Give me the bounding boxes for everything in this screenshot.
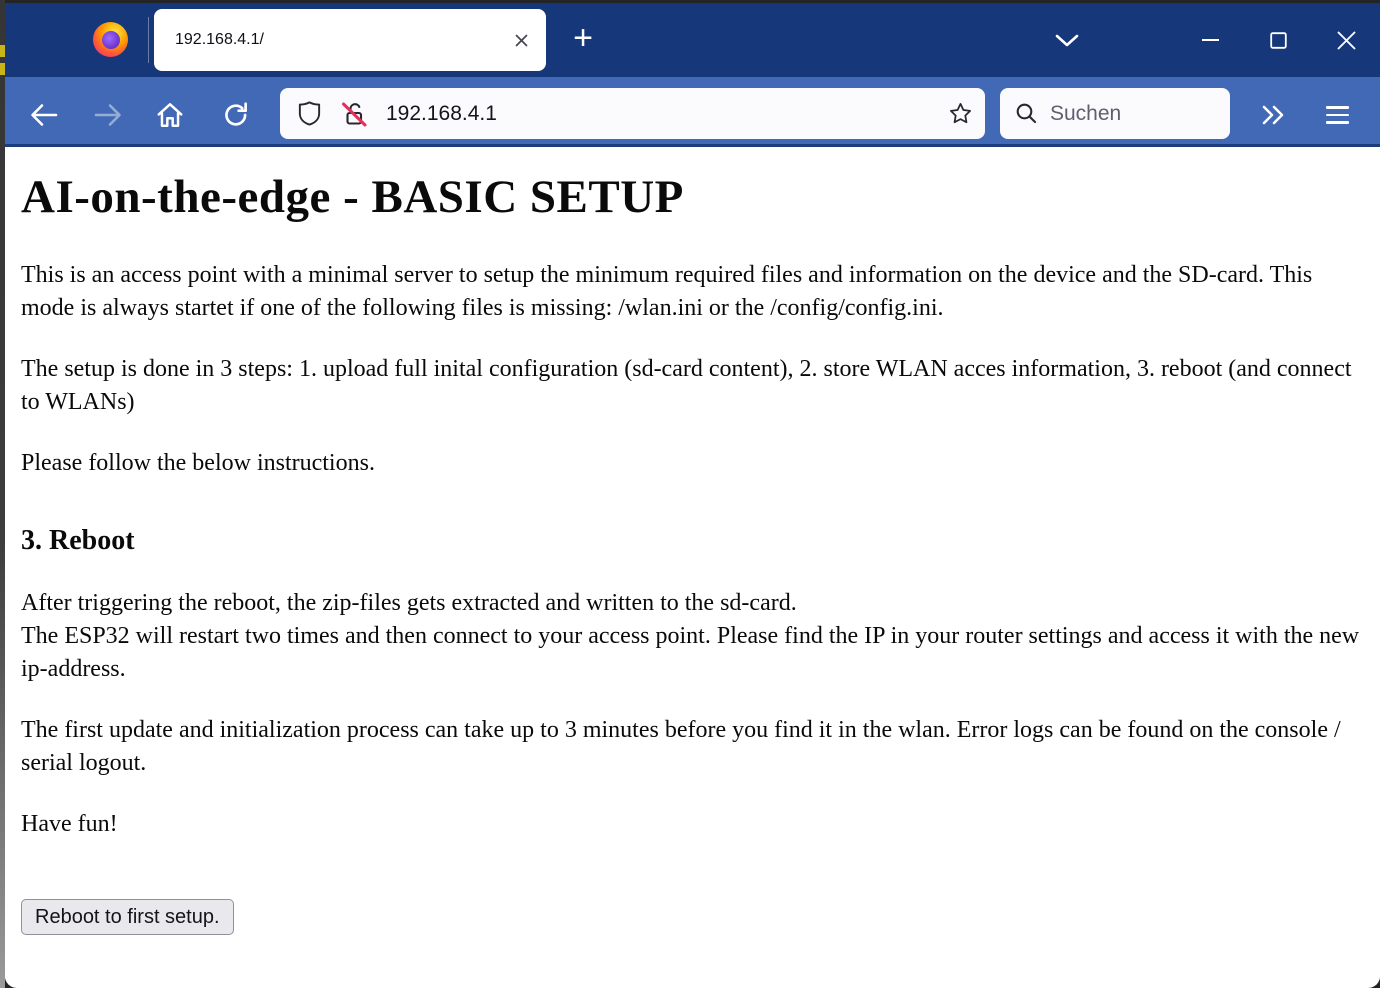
browser-window: 192.168.4.1/ + [5,0,1380,988]
hamburger-icon [1326,121,1349,124]
window-controls [1176,3,1380,77]
tracking-shield-icon[interactable] [296,100,323,127]
tab-close-button[interactable] [506,25,536,55]
minimize-button[interactable] [1176,3,1244,77]
chevron-down-icon [1054,33,1080,48]
tab-list-dropdown-button[interactable] [1045,18,1089,62]
intro-paragraph-2: The setup is done in 3 steps: 1. upload … [21,353,1364,419]
maximize-icon [1270,32,1287,49]
have-fun-text: Have fun! [21,808,1364,841]
maximize-button[interactable] [1244,3,1312,77]
reboot-description-line-1: After triggering the reboot, the zip-fil… [21,590,797,616]
forward-arrow-icon [93,102,123,128]
tab-bar: 192.168.4.1/ + [5,3,1380,77]
url-bar[interactable] [280,88,985,139]
close-icon [513,32,530,49]
tab-separator [148,17,149,63]
new-tab-button[interactable]: + [563,20,603,60]
close-window-button[interactable] [1312,3,1380,77]
section-heading-reboot: 3. Reboot [21,524,1364,557]
timing-note: The first update and initialization proc… [21,714,1364,780]
search-input[interactable] [1048,101,1218,127]
double-chevron-right-icon [1260,104,1287,126]
intro-paragraph-1: This is an access point with a minimal s… [21,259,1364,325]
reload-icon [221,100,251,130]
bookmark-star-icon[interactable] [948,101,973,126]
navigation-toolbar [5,77,1380,147]
active-tab[interactable]: 192.168.4.1/ [154,9,546,71]
close-icon [1336,30,1357,51]
reboot-button[interactable]: Reboot to first setup. [21,899,234,935]
home-button[interactable] [148,93,192,137]
minimize-icon [1201,38,1220,42]
insecure-lock-icon[interactable] [340,100,368,128]
page-content: AI-on-the-edge - BASIC SETUP This is an … [5,147,1380,985]
search-box[interactable] [1000,88,1230,139]
back-arrow-icon [29,102,59,128]
app-menu-button[interactable] [1315,93,1359,137]
reboot-description: After triggering the reboot, the zip-fil… [21,587,1364,686]
back-button[interactable] [22,93,66,137]
plus-icon: + [573,21,593,55]
hamburger-icon [1326,106,1349,109]
intro-paragraph-3: Please follow the below instructions. [21,447,1364,480]
hamburger-icon [1326,114,1349,117]
search-icon [1015,102,1038,125]
firefox-logo-icon [93,22,128,57]
page-title: AI-on-the-edge - BASIC SETUP [21,169,1364,225]
toolbar-overflow-button[interactable] [1251,93,1295,137]
home-icon [155,100,185,130]
url-input[interactable] [384,101,948,127]
forward-button[interactable] [86,93,130,137]
reboot-description-line-2: The ESP32 will restart two times and the… [21,623,1359,682]
tab-title: 192.168.4.1/ [175,31,498,49]
reload-button[interactable] [214,93,258,137]
